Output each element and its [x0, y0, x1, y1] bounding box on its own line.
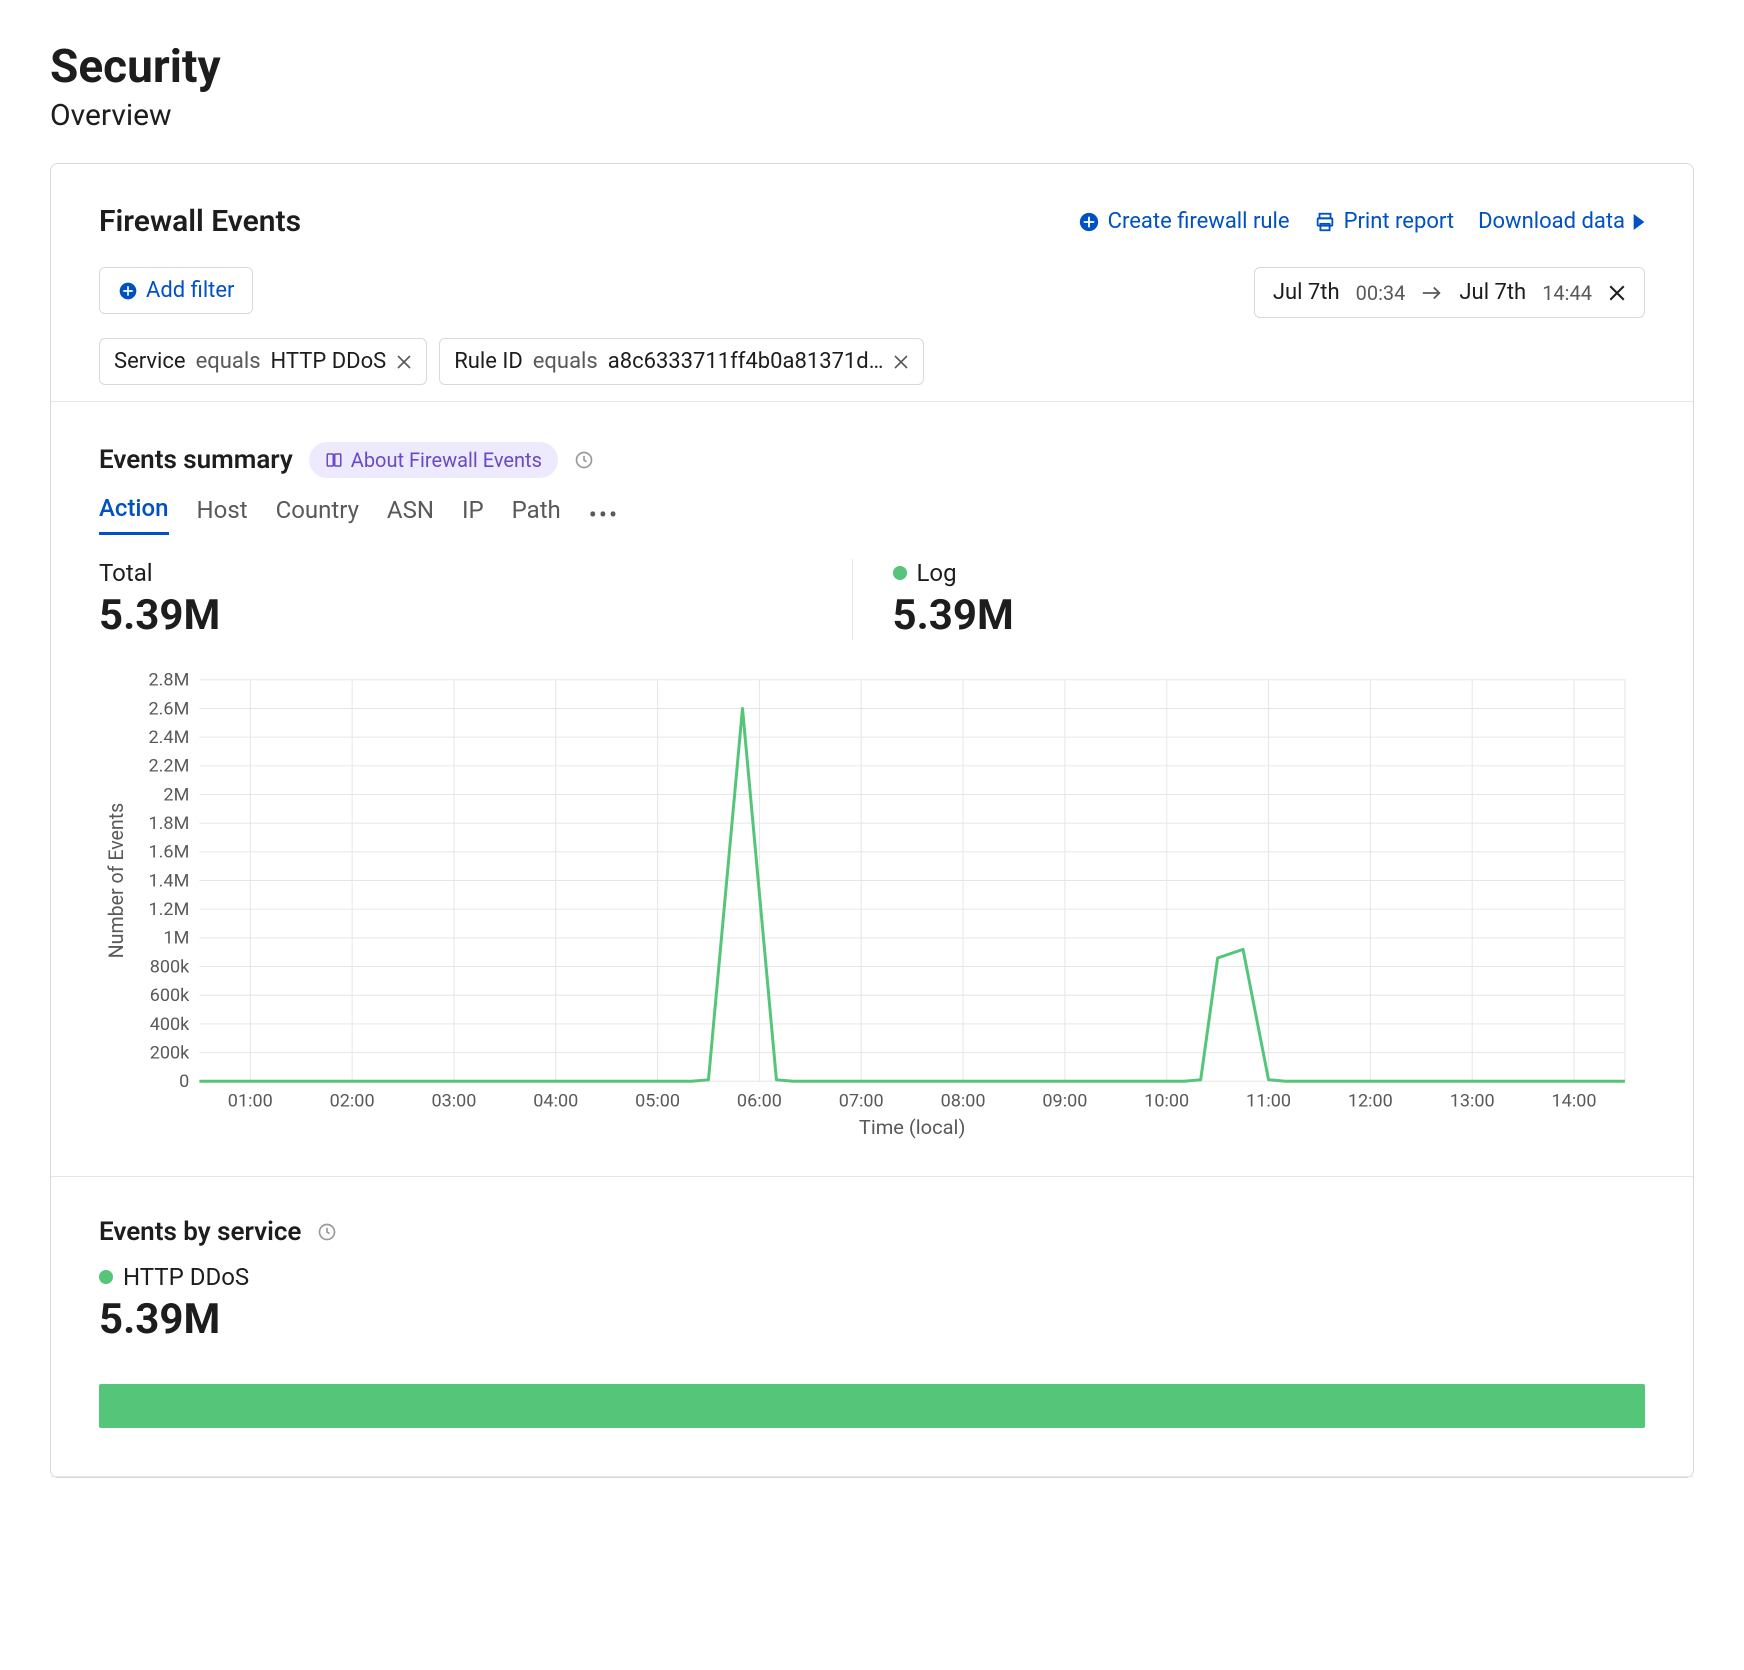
more-tabs-button[interactable]: •••: [589, 501, 619, 529]
svg-text:10:00: 10:00: [1144, 1091, 1189, 1112]
total-value: 5.39M: [99, 591, 812, 640]
total-label: Total: [99, 559, 812, 587]
service-value: 5.39M: [99, 1295, 1645, 1344]
clock-icon: [574, 450, 594, 470]
clock-icon: [317, 1222, 337, 1242]
svg-text:2.8M: 2.8M: [149, 670, 190, 691]
caret-right-icon: [1633, 214, 1645, 230]
date-from-time: 00:34: [1356, 281, 1406, 305]
filter-chip-rule-id[interactable]: Rule ID equals a8c6333711ff4b0a81371d…: [439, 338, 924, 385]
filter-operator: equals: [533, 349, 598, 374]
svg-text:1.6M: 1.6M: [149, 842, 190, 863]
add-filter-button[interactable]: Add filter: [99, 267, 253, 314]
date-to-time: 14:44: [1542, 281, 1592, 305]
series-dot-icon: [893, 566, 907, 580]
create-firewall-rule-label: Create firewall rule: [1108, 209, 1290, 234]
svg-text:Time (local): Time (local): [859, 1116, 966, 1139]
svg-text:400k: 400k: [150, 1014, 191, 1035]
filter-value: HTTP DDoS: [271, 349, 387, 374]
svg-text:14:00: 14:00: [1552, 1091, 1597, 1112]
svg-text:03:00: 03:00: [431, 1091, 476, 1112]
book-icon: [325, 451, 343, 469]
svg-text:09:00: 09:00: [1042, 1091, 1087, 1112]
filter-value: a8c6333711ff4b0a81371d…: [608, 349, 884, 374]
svg-text:2.6M: 2.6M: [149, 699, 190, 720]
arrow-right-icon: [1421, 285, 1443, 301]
events-summary-section: Events summary About Firewall Events Act…: [51, 402, 1693, 1176]
svg-text:11:00: 11:00: [1246, 1091, 1291, 1112]
svg-text:05:00: 05:00: [635, 1091, 680, 1112]
service-label: HTTP DDoS: [123, 1263, 249, 1291]
summary-tabs: Action Host Country ASN IP Path •••: [99, 494, 1645, 535]
remove-filter-button[interactable]: [396, 354, 412, 370]
tab-ip[interactable]: IP: [462, 496, 484, 534]
filter-operator: equals: [196, 349, 261, 374]
svg-text:01:00: 01:00: [228, 1091, 273, 1112]
log-value: 5.39M: [893, 591, 1606, 640]
close-icon: [893, 354, 909, 370]
svg-text:800k: 800k: [150, 957, 191, 978]
close-icon: [396, 354, 412, 370]
page-title: Security: [50, 40, 1694, 94]
tab-country[interactable]: Country: [276, 496, 359, 534]
svg-text:2M: 2M: [163, 785, 189, 806]
svg-text:2.2M: 2.2M: [149, 756, 190, 777]
remove-filter-button[interactable]: [893, 354, 909, 370]
events-by-service-section: Events by service HTTP DDoS 5.39M: [51, 1177, 1693, 1476]
tab-host[interactable]: Host: [197, 496, 248, 534]
plus-circle-icon: [1078, 211, 1100, 233]
svg-text:200k: 200k: [150, 1043, 191, 1064]
svg-text:1.2M: 1.2M: [149, 899, 190, 920]
date-from-day: Jul 7th: [1273, 280, 1340, 305]
clear-date-range-button[interactable]: [1608, 284, 1626, 302]
events-by-service-title: Events by service: [99, 1217, 301, 1247]
svg-text:04:00: 04:00: [533, 1091, 578, 1112]
log-label: Log: [917, 559, 957, 587]
filter-chip-service[interactable]: Service equals HTTP DDoS: [99, 338, 427, 385]
events-line-chart: 0 200k 400k 600k 800k 1M 1.2M 1.4M 1.6M 1.8M 2M 2.2…: [99, 670, 1645, 1140]
firewall-events-card: Firewall Events Create firewall rule Pri…: [50, 163, 1694, 1478]
svg-text:07:00: 07:00: [839, 1091, 884, 1112]
tab-path[interactable]: Path: [512, 496, 561, 534]
add-filter-label: Add filter: [146, 278, 234, 303]
plus-circle-icon: [118, 281, 138, 301]
series-dot-icon: [99, 1270, 113, 1284]
filter-field: Service: [114, 349, 186, 374]
svg-text:0: 0: [179, 1071, 189, 1092]
svg-text:2.4M: 2.4M: [149, 727, 190, 748]
close-icon: [1608, 284, 1626, 302]
download-data-label: Download data: [1478, 209, 1625, 234]
create-firewall-rule-link[interactable]: Create firewall rule: [1078, 209, 1290, 234]
date-range-picker[interactable]: Jul 7th 00:34 Jul 7th 14:44: [1254, 267, 1645, 318]
events-summary-title: Events summary: [99, 445, 293, 475]
svg-text:12:00: 12:00: [1348, 1091, 1393, 1112]
download-data-link[interactable]: Download data: [1478, 209, 1645, 234]
svg-text:Number of Events: Number of Events: [105, 803, 128, 959]
svg-text:1M: 1M: [163, 928, 189, 949]
svg-text:13:00: 13:00: [1450, 1091, 1495, 1112]
service-bar: [99, 1384, 1645, 1428]
tab-asn[interactable]: ASN: [387, 496, 434, 534]
card-title: Firewall Events: [99, 204, 301, 239]
filter-field: Rule ID: [454, 349, 523, 374]
date-to-day: Jul 7th: [1459, 280, 1526, 305]
divider: [51, 1476, 1693, 1477]
about-firewall-events-label: About Firewall Events: [351, 448, 542, 472]
about-firewall-events-link[interactable]: About Firewall Events: [309, 442, 558, 478]
page-subtitle: Overview: [50, 98, 1694, 133]
svg-text:1.4M: 1.4M: [149, 871, 190, 892]
svg-text:06:00: 06:00: [737, 1091, 782, 1112]
svg-text:02:00: 02:00: [330, 1091, 375, 1112]
print-report-link[interactable]: Print report: [1314, 209, 1455, 234]
tab-action[interactable]: Action: [99, 494, 169, 535]
svg-text:600k: 600k: [150, 985, 191, 1006]
svg-text:08:00: 08:00: [941, 1091, 986, 1112]
printer-icon: [1314, 211, 1336, 233]
print-report-label: Print report: [1344, 209, 1455, 234]
svg-text:1.8M: 1.8M: [149, 813, 190, 834]
